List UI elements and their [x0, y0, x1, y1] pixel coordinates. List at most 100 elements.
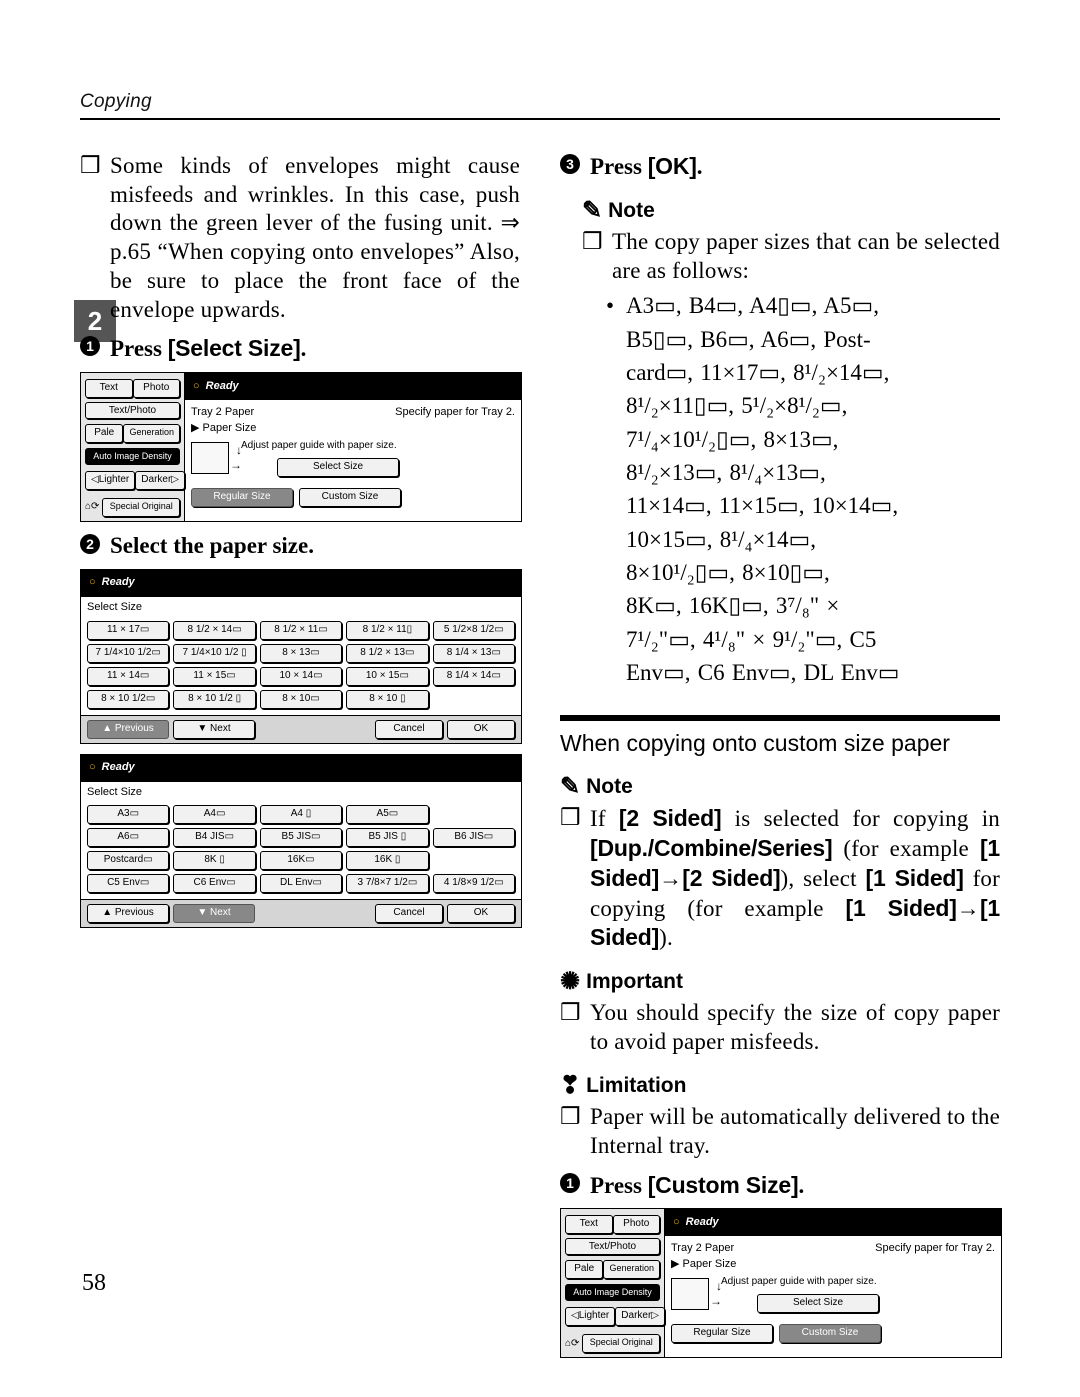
btn-text-photo-2[interactable]: Text/Photo	[565, 1238, 660, 1255]
size-option[interactable]: DL Env▭	[260, 874, 342, 893]
btn-darker-2[interactable]: Darker▷	[615, 1307, 665, 1326]
size-option[interactable]: 16K ▯	[346, 851, 428, 870]
btn-lighter[interactable]: ◁Lighter	[85, 471, 135, 490]
size-option[interactable]: 8 1/4 × 13▭	[433, 644, 515, 663]
size-option[interactable]: 10 × 14▭	[260, 667, 342, 686]
size-grid-inch: 11 × 17▭8 1/2 × 14▭ 8 1/2 × 11▭8 1/2 × 11…	[81, 615, 521, 715]
size-option[interactable]: B4 JIS▭	[173, 828, 255, 847]
size-option[interactable]: 7 1/4×10 1/2 ▯	[173, 644, 255, 663]
btn-ok[interactable]: OK	[447, 720, 515, 739]
step-press-custom-size: 1 Press [Custom Size].	[560, 1171, 1000, 1201]
btn-select-size-main-2[interactable]: Select Size	[757, 1294, 879, 1313]
size-option[interactable]: Postcard▭	[87, 851, 169, 870]
size-option[interactable]: 8 × 13▭	[260, 644, 342, 663]
size-option[interactable]: 4 1/8×9 1/2▭	[433, 874, 515, 893]
ready-bar-3: Ready	[81, 755, 521, 782]
custom-size-heading: When copying onto custom size paper	[560, 729, 1000, 758]
size-option[interactable]: 8 1/2 × 13▭	[346, 644, 428, 663]
btn-generation-2[interactable]: Generation	[603, 1260, 660, 1279]
size-option[interactable]: C5 Env▭	[87, 874, 169, 893]
size-option[interactable]: 8 × 10 1/2▭	[87, 690, 169, 709]
adjust-hint: Adjust paper guide with paper size.	[241, 440, 515, 453]
btn-cancel-2[interactable]: Cancel	[375, 904, 443, 923]
limitation-heading: ❣ Limitation	[560, 1073, 1000, 1099]
important-heading: ✺ Important	[560, 969, 1000, 995]
size-option[interactable]: A3▭	[87, 805, 169, 824]
size-option[interactable]: B5 JIS▭	[260, 828, 342, 847]
running-header: Copying	[80, 90, 1000, 114]
btn-next[interactable]: ▼ Next	[173, 720, 255, 739]
btn-lighter-2[interactable]: ◁Lighter	[565, 1307, 615, 1326]
lcd-panel-size-list-inch: Ready Select Size 11 × 17▭8 1/2 × 14▭8 1…	[80, 569, 522, 744]
size-option[interactable]: 11 × 17▭	[87, 621, 169, 640]
size-option[interactable]: 8 1/2 × 14▭	[173, 621, 255, 640]
paper-size-label-2: Paper Size	[683, 1258, 737, 1270]
btn-previous[interactable]: ▲ Previous	[87, 904, 169, 923]
size-option[interactable]: 11 × 14▭	[87, 667, 169, 686]
step-number-1b-icon: 1	[560, 1173, 580, 1193]
ready-bar-4: Ready	[665, 1209, 1001, 1236]
btn-pale-2[interactable]: Pale	[565, 1260, 603, 1279]
tray-illustration-icon	[191, 442, 229, 474]
size-option[interactable]: 8 × 10▭	[260, 690, 342, 709]
size-option[interactable]: 8 1/2 × 11▯	[346, 621, 428, 640]
btn-text-photo[interactable]: Text/Photo	[85, 402, 180, 419]
step-press-select-size: 1 Press [Select Size].	[80, 334, 520, 364]
size-option[interactable]: B5 JIS ▯	[346, 828, 428, 847]
btn-auto-image-density-2[interactable]: Auto Image Density	[565, 1284, 660, 1301]
btn-regular-size-2[interactable]: Regular Size	[671, 1324, 773, 1343]
size-option[interactable]: 10 × 15▭	[346, 667, 428, 686]
size-option[interactable]: C6 Env▭	[173, 874, 255, 893]
step1-bold: [Select Size]	[168, 335, 301, 361]
btn-photo-2[interactable]: Photo	[613, 1215, 661, 1234]
size-option[interactable]: 3 7/8×7 1/2▭	[346, 874, 428, 893]
specify-paper-label-2: Specify paper for Tray 2.	[875, 1242, 995, 1256]
note-heading: ✎ Note	[582, 198, 1000, 224]
size-option[interactable]: 5 1/2×8 1/2▭	[433, 621, 515, 640]
btn-generation[interactable]: Generation	[123, 424, 180, 443]
recall-icon-2: ⌂⟳	[565, 1338, 579, 1351]
size-option[interactable]: B6 JIS▭	[433, 828, 515, 847]
size-option[interactable]: 8 × 10 1/2 ▯	[173, 690, 255, 709]
btn-cancel[interactable]: Cancel	[375, 720, 443, 739]
tray2-paper-label: Tray 2 Paper	[191, 406, 254, 420]
ready-bar: Ready	[185, 373, 521, 400]
btn-auto-image-density[interactable]: Auto Image Density	[85, 448, 180, 465]
size-option[interactable]: 8 1/2 × 11▭	[260, 621, 342, 640]
limitation-text: Paper will be automatically delivered to…	[560, 1103, 1000, 1161]
size-option[interactable]: 8K ▯	[173, 851, 255, 870]
size-option[interactable]: A4 ▯	[260, 805, 342, 824]
step3-suffix: .	[697, 154, 703, 179]
tray2-paper-label-2: Tray 2 Paper	[671, 1242, 734, 1256]
size-option[interactable]: 8 × 10 ▯	[346, 690, 428, 709]
size-option[interactable]: A6▭	[87, 828, 169, 847]
size-option[interactable]: 16K▭	[260, 851, 342, 870]
btn-special-original-2[interactable]: Special Original	[582, 1334, 660, 1353]
tray-illustration-icon-2	[671, 1278, 709, 1310]
btn-text[interactable]: Text	[85, 379, 133, 398]
step1b-suffix: .	[798, 1173, 804, 1198]
btn-photo[interactable]: Photo	[133, 379, 181, 398]
btn-pale[interactable]: Pale	[85, 424, 123, 443]
size-option[interactable]: A4▭	[173, 805, 255, 824]
btn-regular-size[interactable]: Regular Size	[191, 488, 293, 507]
ready-bar-2: Ready	[81, 570, 521, 597]
lcd-panel-custom-size: Text Photo Text/Photo Pale Generation Au…	[560, 1208, 1002, 1358]
size-option[interactable]: 11 × 15▭	[173, 667, 255, 686]
size-option[interactable]: 8 1/4 × 14▭	[433, 667, 515, 686]
btn-previous-disabled: ▲ Previous	[87, 720, 169, 739]
size-grid-metric: A3▭A4▭ A4 ▯A5▭ A6▭B4 JIS▭ B5 JIS▭B5 JIS ▯ B6…	[81, 799, 521, 899]
btn-darker[interactable]: Darker▷	[135, 471, 185, 490]
important-label: Important	[586, 969, 683, 995]
size-option[interactable]: 7 1/4×10 1/2▭	[87, 644, 169, 663]
step1b-bold: [Custom Size]	[648, 1172, 799, 1198]
btn-select-size-main[interactable]: Select Size	[277, 458, 399, 477]
btn-custom-size-2[interactable]: Custom Size	[779, 1324, 881, 1343]
size-option[interactable]: A5▭	[346, 805, 428, 824]
btn-text-2[interactable]: Text	[565, 1215, 613, 1234]
limitation-label: Limitation	[586, 1073, 686, 1099]
btn-ok-2[interactable]: OK	[447, 904, 515, 923]
btn-special-original[interactable]: Special Original	[102, 498, 180, 517]
btn-custom-size[interactable]: Custom Size	[299, 488, 401, 507]
btn-next-disabled: ▼ Next	[173, 904, 255, 923]
